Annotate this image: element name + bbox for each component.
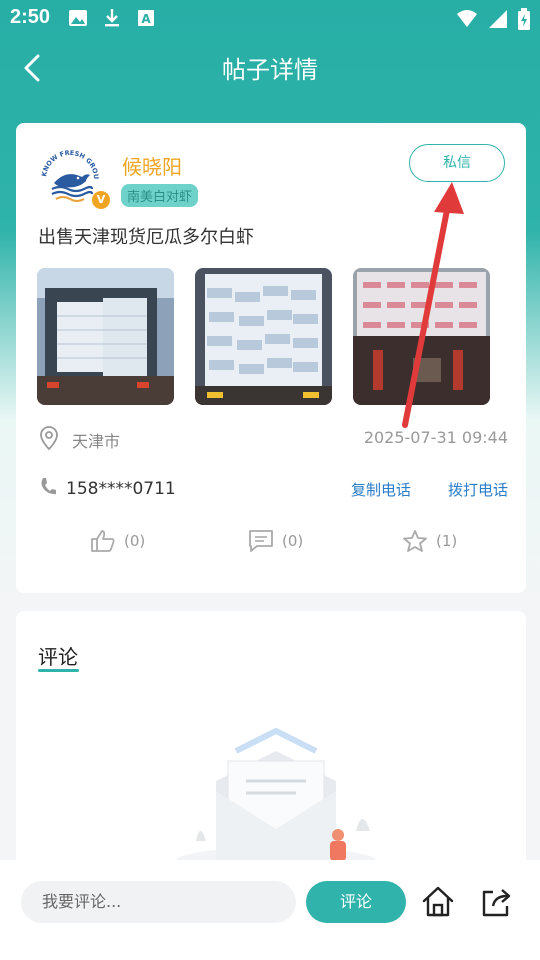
comments-title: 评论 xyxy=(38,645,78,669)
home-button[interactable] xyxy=(420,884,456,920)
post-title: 出售天津现货厄瓜多尔白虾 xyxy=(38,227,254,248)
phone-number: 158****0711 xyxy=(66,479,176,499)
thumbs-up-icon xyxy=(91,530,115,552)
download-icon xyxy=(105,9,119,27)
home-icon xyxy=(422,886,454,917)
empty-comments-illustration xyxy=(176,727,376,871)
submit-comment-button[interactable]: 评论 xyxy=(306,881,406,923)
post-date: 2025-07-31 09:44 xyxy=(363,428,508,447)
text-a-icon: A xyxy=(138,10,154,26)
copy-phone-link[interactable]: 复制电话 xyxy=(351,479,411,500)
signal-icon xyxy=(489,10,507,28)
location-pin-icon xyxy=(40,426,58,451)
call-phone-link[interactable]: 拨打电话 xyxy=(448,479,508,500)
post-actions: (0) (0) (1) xyxy=(16,529,526,559)
post-photo-3[interactable] xyxy=(353,268,490,405)
status-bar: 2:50 A xyxy=(0,0,540,36)
post-photo-2[interactable] xyxy=(195,268,332,405)
battery-icon xyxy=(518,8,530,30)
top-navigation: 帖子详情 xyxy=(0,36,540,100)
wifi-icon xyxy=(457,10,477,27)
like-button[interactable]: (0) xyxy=(90,529,145,553)
image-icon xyxy=(69,10,87,26)
like-count: (0) xyxy=(124,532,146,550)
location-row: 天津市 2025-07-31 09:44 xyxy=(38,425,508,451)
share-icon xyxy=(482,889,511,917)
location-text: 天津市 xyxy=(72,432,121,451)
post-photo-1[interactable] xyxy=(37,268,174,405)
bottom-bar: 我要评论... 评论 xyxy=(0,860,540,960)
status-time: 2:50 xyxy=(10,6,51,28)
comments-card: 评论 xyxy=(16,611,526,871)
phone-icon xyxy=(41,478,56,495)
svg-text:A: A xyxy=(141,12,151,26)
share-button[interactable] xyxy=(479,884,515,920)
favorite-count: (1) xyxy=(436,532,458,550)
comment-button[interactable]: (0) xyxy=(248,529,303,553)
comments-title-underline xyxy=(38,669,79,672)
favorite-button[interactable]: (1) xyxy=(402,529,457,553)
comment-bubble-icon xyxy=(249,530,273,552)
verified-badge: V xyxy=(92,191,110,209)
author-tag: 南美白对虾 xyxy=(121,184,199,207)
author-name[interactable]: 候晓阳 xyxy=(122,151,182,180)
private-message-button[interactable]: 私信 xyxy=(409,144,505,182)
comment-input[interactable]: 我要评论... xyxy=(21,881,296,923)
comment-count: (0) xyxy=(282,532,304,550)
photo-gallery xyxy=(37,268,490,405)
post-card: KNOW FRESH GROUP V 候晓阳 南美白对虾 私信 出售天津现货厄瓜… xyxy=(16,123,526,593)
page-title: 帖子详情 xyxy=(222,56,318,84)
phone-row: 158****0711 复制电话 拨打电话 xyxy=(38,476,508,502)
star-icon xyxy=(403,530,427,552)
